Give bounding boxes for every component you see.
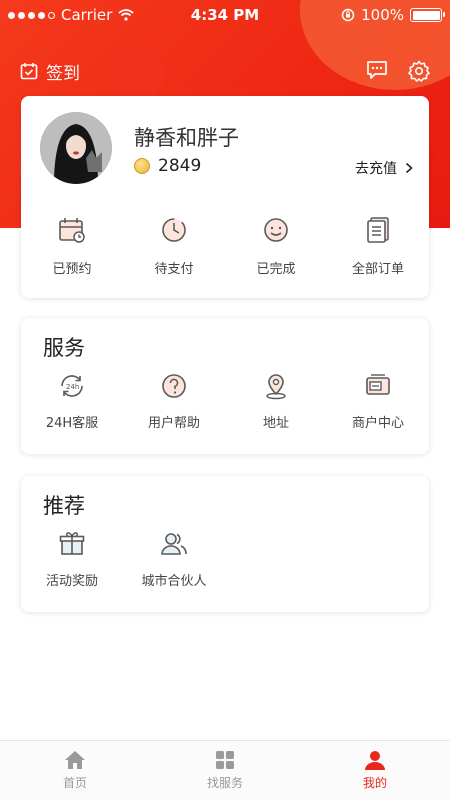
smile-icon: [264, 218, 288, 242]
recommend-items: 活动奖励 城市合伙人: [21, 530, 429, 589]
recommend-partner-label: 城市合伙人: [141, 574, 207, 589]
order-pending-label: 待支付: [154, 262, 194, 277]
service-help-label: 用户帮助: [147, 416, 200, 431]
service-merchant-center[interactable]: 商户中心: [327, 372, 429, 431]
service-address[interactable]: 地址: [225, 372, 327, 431]
order-completed-label: 已完成: [256, 262, 296, 277]
bottom-tab-bar: 首页 找服务 我的: [0, 740, 450, 800]
chevron-right-icon: [405, 162, 413, 174]
recommend-section: 推荐 活动奖励 城市合伙人: [21, 476, 429, 612]
order-booked-label: 已预约: [52, 262, 92, 277]
avatar-image: [40, 112, 112, 184]
settings-gear-icon[interactable]: [408, 60, 430, 82]
tab-find-service-label: 找服务: [206, 776, 243, 790]
status-bar: Carrier 4:34 PM 100%: [0, 0, 450, 30]
order-shortcuts: 已预约 待支付 已完成 全部订单: [21, 216, 429, 277]
grid-icon: [216, 751, 234, 769]
tab-home[interactable]: 首页: [0, 741, 150, 800]
order-all[interactable]: 全部订单: [327, 216, 429, 277]
clock-pending-icon: [162, 218, 186, 242]
status-time: 4:34 PM: [190, 6, 260, 24]
merchant-card-icon: [366, 374, 390, 395]
section-title: 推荐: [43, 494, 85, 518]
partners-icon: [161, 533, 187, 555]
order-completed[interactable]: 已完成: [225, 216, 327, 277]
username: 静香和胖子: [134, 126, 239, 150]
avatar[interactable]: [40, 112, 112, 184]
home-icon: [65, 751, 85, 769]
document-list-icon: [367, 217, 389, 243]
calendar-clock-icon: [59, 218, 85, 243]
location-pin-icon: [266, 374, 286, 400]
recharge-label: 去充值: [355, 161, 397, 177]
signin-button[interactable]: 签到: [20, 59, 80, 84]
user-icon: [365, 751, 385, 770]
service-24h-support[interactable]: 24h 24H客服: [21, 372, 123, 431]
profile-card: 静香和胖子 2849 去充值 已预约 待支付 已完成 全部订单: [21, 96, 429, 298]
battery-icon: [410, 8, 445, 22]
order-all-label: 全部订单: [351, 262, 404, 277]
service-items: 24h 24H客服 用户帮助 地址 商户中心: [21, 372, 429, 431]
recommend-rewards-label: 活动奖励: [45, 574, 98, 589]
tab-mine-label: 我的: [362, 776, 387, 790]
coin-icon: [134, 158, 150, 174]
recommend-activity-rewards[interactable]: 活动奖励: [21, 530, 123, 589]
service-address-label: 地址: [262, 416, 289, 431]
svg-text:24h: 24h: [66, 383, 79, 391]
message-icon[interactable]: [366, 60, 388, 80]
tab-home-label: 首页: [62, 776, 87, 790]
help-icon: [162, 374, 186, 398]
24h-icon: 24h: [61, 375, 83, 397]
tab-mine[interactable]: 我的: [300, 741, 450, 800]
recommend-city-partner[interactable]: 城市合伙人: [123, 530, 225, 589]
gift-icon: [59, 532, 85, 555]
service-merchant-label: 商户中心: [351, 416, 404, 431]
service-24h-label: 24H客服: [45, 416, 99, 431]
top-bar: 签到: [0, 54, 450, 88]
section-title: 服务: [43, 336, 85, 360]
recharge-link[interactable]: 去充值: [355, 158, 413, 178]
signin-label: 签到: [46, 63, 80, 84]
calendar-check-icon: [20, 63, 38, 80]
order-booked[interactable]: 已预约: [21, 216, 123, 277]
order-pending-payment[interactable]: 待支付: [123, 216, 225, 277]
coin-balance: 2849: [134, 156, 201, 176]
service-section: 服务 24h 24H客服 用户帮助 地址 商户中心: [21, 318, 429, 454]
service-user-help[interactable]: 用户帮助: [123, 372, 225, 431]
coin-count: 2849: [158, 156, 202, 176]
tab-find-service[interactable]: 找服务: [150, 741, 300, 800]
